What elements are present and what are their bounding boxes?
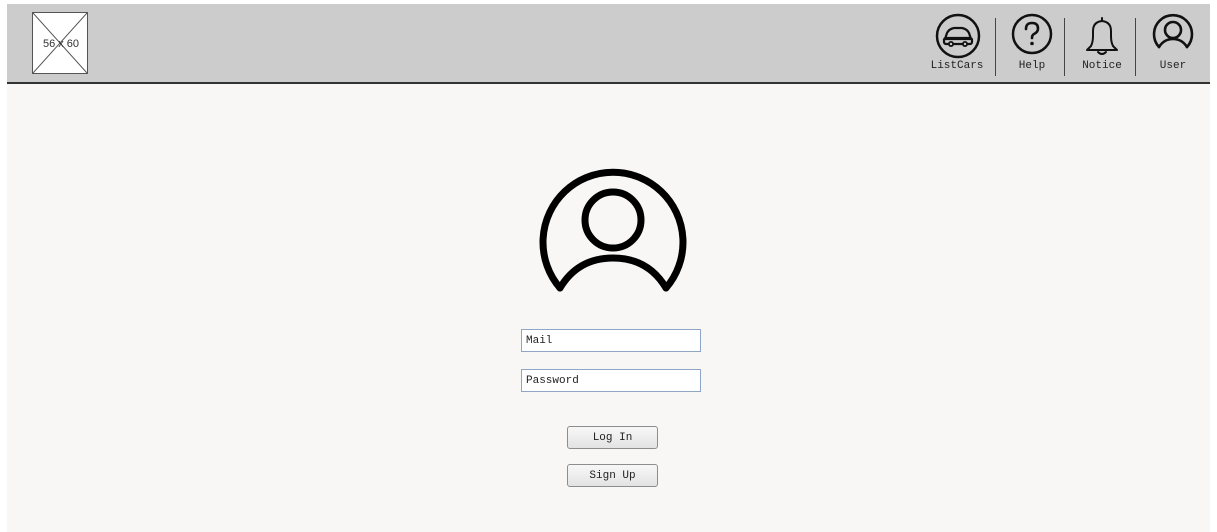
logo-placeholder-image: 56 x 60 — [32, 12, 88, 74]
user-icon — [1152, 13, 1194, 49]
nav-label-listcars: ListCars — [930, 60, 984, 72]
nav-divider — [1064, 18, 1065, 76]
mail-input[interactable] — [521, 329, 701, 352]
nav-label-help: Help — [1018, 60, 1046, 72]
top-navigation-bar: 56 x 60 ListCars Help Notice User — [7, 4, 1210, 84]
sign-up-button[interactable]: Sign Up — [567, 464, 658, 487]
nav-divider — [995, 18, 996, 76]
nav-label-user: User — [1159, 60, 1187, 72]
log-in-button[interactable]: Log In — [567, 426, 658, 449]
nav-item-notice[interactable]: Notice — [1070, 12, 1134, 78]
password-input[interactable] — [521, 369, 701, 392]
top-nav: ListCars Help Notice User — [922, 12, 1207, 78]
app-frame: 56 x 60 ListCars Help Notice User Mail P… — [7, 4, 1210, 532]
user-avatar-icon — [539, 168, 687, 292]
logo-placeholder-label: 56 x 60 — [42, 38, 80, 50]
nav-label-notice: Notice — [1082, 60, 1122, 72]
car-icon — [935, 13, 981, 59]
bell-icon — [1086, 17, 1118, 55]
nav-item-user[interactable]: User — [1141, 12, 1205, 78]
nav-item-listcars[interactable]: ListCars — [922, 12, 992, 78]
nav-item-help[interactable]: Help — [1002, 12, 1062, 78]
help-icon — [1011, 13, 1053, 55]
nav-divider — [1135, 18, 1136, 76]
